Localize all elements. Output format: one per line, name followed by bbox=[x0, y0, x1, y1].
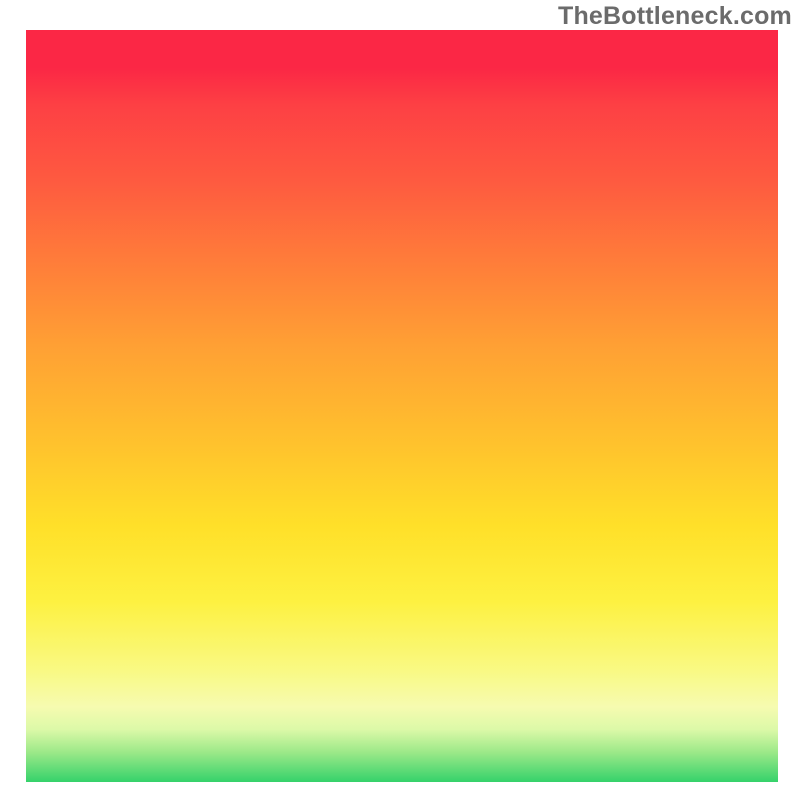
chart-container: TheBottleneck.com bbox=[0, 0, 800, 800]
plot-area bbox=[26, 30, 778, 782]
gradient-background bbox=[26, 30, 778, 782]
watermark-text: TheBottleneck.com bbox=[558, 2, 792, 31]
